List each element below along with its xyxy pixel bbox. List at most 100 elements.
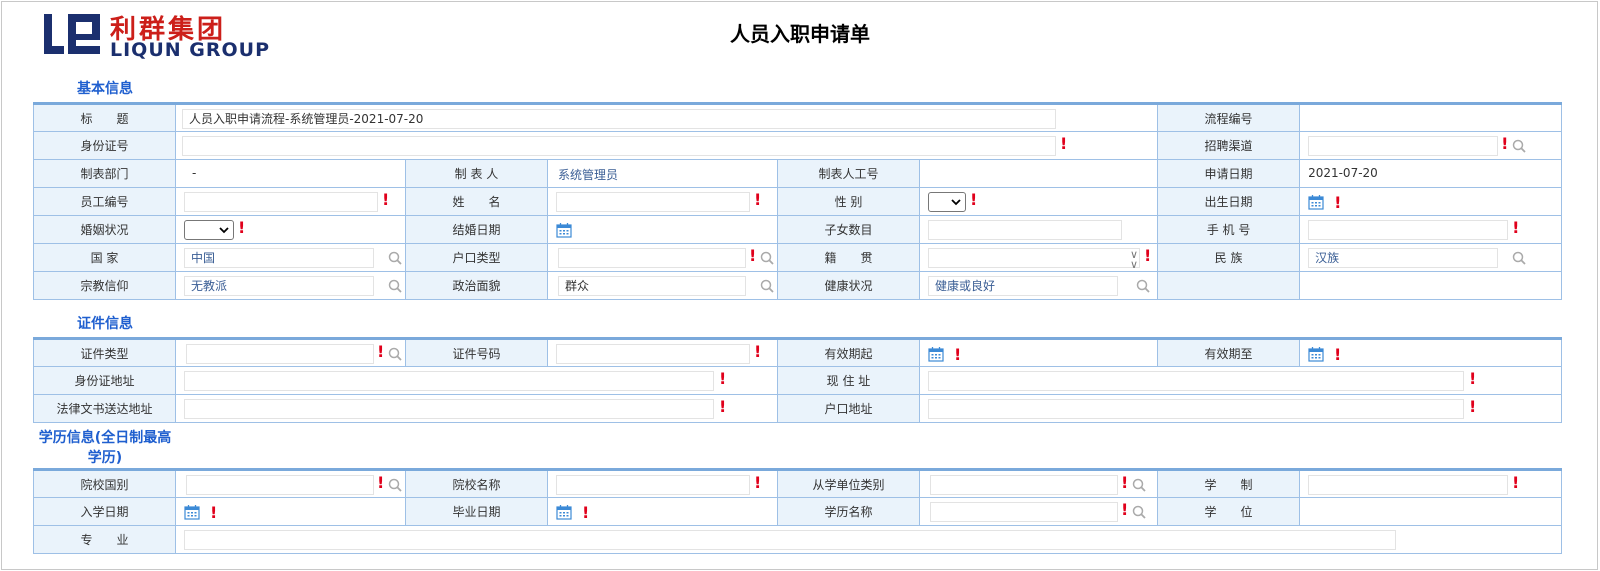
cert-type-label: 证件类型 <box>33 337 176 367</box>
cert-type-cell: ! <box>175 337 406 367</box>
gender-cell: ! <box>918 187 1159 216</box>
required-mark: ! <box>719 397 727 416</box>
id-addr-cell: ! <box>175 366 778 395</box>
title-label: 标 题 <box>33 102 176 132</box>
apply-date-value: 2021-07-20 <box>1308 166 1378 180</box>
cur-addr-label: 现 住 址 <box>777 366 920 395</box>
required-mark: ! <box>1469 369 1477 388</box>
major-input[interactable] <box>184 530 1396 550</box>
ethnic-input[interactable]: 汉族 <box>1308 248 1499 268</box>
cur-addr-input[interactable] <box>928 371 1464 391</box>
id-cell: ! <box>174 131 1159 160</box>
table-row: 标 题 人员入职申请流程-系统管理员-2021-07-20 流程编号 <box>33 102 1563 132</box>
hukou-addr-label: 户口地址 <box>777 394 920 423</box>
required-mark: ! <box>1144 246 1152 265</box>
hukou-type-cell: ! <box>547 243 778 272</box>
title-input[interactable]: 人员入职申请流程-系统管理员-2021-07-20 <box>182 109 1056 129</box>
calendar-icon[interactable] <box>1308 194 1324 210</box>
search-icon[interactable] <box>388 251 402 265</box>
country-cell: 中国 <box>175 243 406 272</box>
valid-from-cell: ! <box>919 337 1158 367</box>
hukou-addr-input[interactable] <box>928 399 1464 419</box>
calendar-icon[interactable] <box>556 222 572 238</box>
search-icon[interactable] <box>1136 279 1150 293</box>
legal-addr-cell: ! <box>175 394 778 423</box>
channel-input[interactable] <box>1308 136 1499 156</box>
empty-label <box>1157 271 1301 300</box>
cert-info-table: 证件类型 ! 证件号码 ! 有效期起 ! 有效期至 ! 身份证地址 ! 现 住 … <box>33 337 1562 423</box>
enroll-label: 入学日期 <box>33 497 176 526</box>
native-input[interactable] <box>928 248 1140 268</box>
search-icon[interactable] <box>1132 505 1146 519</box>
unit-type-cell: ! <box>919 468 1158 498</box>
emp-no-cell: ! <box>175 187 406 216</box>
required-mark: ! <box>382 190 390 209</box>
required-mark: ! <box>719 369 727 388</box>
calendar-icon[interactable] <box>1308 346 1324 362</box>
hukou-type-input[interactable] <box>558 248 746 268</box>
political-input[interactable]: 群众 <box>558 276 746 296</box>
calendar-icon[interactable] <box>928 346 944 362</box>
political-cell: 群众 <box>547 271 778 300</box>
health-label: 健康状况 <box>777 271 920 300</box>
phone-cell: ! <box>1299 215 1563 244</box>
health-input[interactable]: 健康或良好 <box>928 276 1118 296</box>
degree-name-label: 学历名称 <box>777 497 920 526</box>
search-icon[interactable] <box>1512 251 1526 265</box>
required-mark: ! <box>754 473 762 492</box>
children-input[interactable] <box>928 220 1122 240</box>
gender-select[interactable] <box>928 192 966 212</box>
legal-addr-input[interactable] <box>184 399 714 419</box>
id-addr-input[interactable] <box>184 371 714 391</box>
dept-value: - <box>192 166 197 180</box>
name-input[interactable] <box>556 192 750 212</box>
table-row: 专 业 <box>33 525 1562 554</box>
search-icon[interactable] <box>760 279 774 293</box>
search-icon[interactable] <box>1512 139 1526 153</box>
marry-date-cell <box>547 215 778 244</box>
cur-addr-cell: ! <box>919 366 1562 395</box>
apply-date-label: 申请日期 <box>1157 159 1301 188</box>
table-row: 身份证地址 ! 现 住 址 ! <box>33 366 1562 395</box>
required-mark: ! <box>1121 473 1129 492</box>
degree-name-input[interactable] <box>930 502 1118 522</box>
search-icon[interactable] <box>760 251 774 265</box>
cert-type-input[interactable] <box>186 344 374 364</box>
calendar-icon[interactable] <box>184 504 200 520</box>
calendar-icon[interactable] <box>556 504 572 520</box>
required-mark: ! <box>377 473 385 492</box>
native-cell: ∨ ∨ ! <box>918 243 1159 272</box>
search-icon[interactable] <box>388 478 402 492</box>
marital-select[interactable] <box>184 220 234 240</box>
religion-value: 无教派 <box>191 279 228 293</box>
children-label: 子女数目 <box>777 215 920 244</box>
maker-cell: 系统管理员 <box>547 159 778 188</box>
cert-no-input[interactable] <box>556 344 750 364</box>
table-row: 国 家 中国 户口类型 ! 籍 贯 ∨ ∨ ! 民 族 汉族 <box>33 243 1563 272</box>
table-row: 身份证号 ! 招聘渠道 ! <box>33 131 1563 160</box>
required-mark: ! <box>1512 218 1520 237</box>
search-icon[interactable] <box>1132 478 1146 492</box>
search-icon[interactable] <box>388 347 402 361</box>
religion-input[interactable]: 无教派 <box>184 276 374 296</box>
school-name-input[interactable] <box>556 475 750 495</box>
hukou-addr-cell: ! <box>919 394 1562 423</box>
unit-type-input[interactable] <box>930 475 1118 495</box>
double-chevron-icon[interactable]: ∨ ∨ <box>1130 249 1138 270</box>
table-row: 员工编号 ! 姓 名 ! 性 别 ! 出生日期 ! <box>33 187 1563 216</box>
phone-input[interactable] <box>1308 220 1509 240</box>
search-icon[interactable] <box>388 279 402 293</box>
table-row: 院校国别 ! 院校名称 ! 从学单位类别 ! 学 制 ! <box>33 468 1562 498</box>
country-input[interactable]: 中国 <box>184 248 374 268</box>
emp-no-input[interactable] <box>184 192 378 212</box>
school-country-input[interactable] <box>186 475 374 495</box>
ethnic-cell: 汉族 <box>1299 243 1563 272</box>
emp-no-label: 员工编号 <box>33 187 176 216</box>
table-row: 证件类型 ! 证件号码 ! 有效期起 ! 有效期至 ! <box>33 337 1562 367</box>
required-mark: ! <box>754 342 762 361</box>
health-value: 健康或良好 <box>935 279 996 293</box>
system-input[interactable] <box>1308 475 1508 495</box>
cert-no-label: 证件号码 <box>405 337 548 367</box>
id-number-input[interactable] <box>182 136 1056 156</box>
dept-label: 制表部门 <box>33 159 176 188</box>
